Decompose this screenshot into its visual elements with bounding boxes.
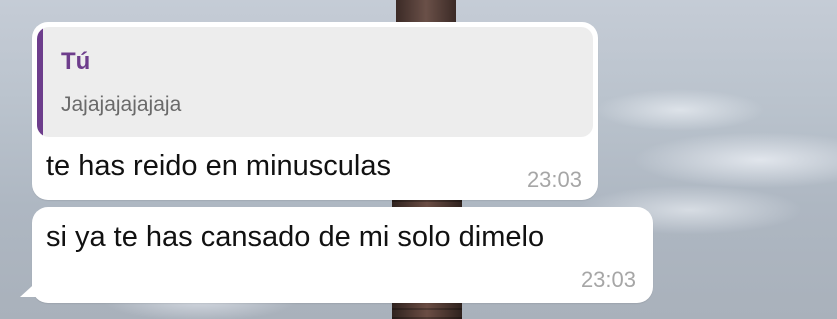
message-text: si ya te has cansado de mi solo dimelo bbox=[46, 221, 545, 253]
message-bubble[interactable]: Tú Jajajajajajaja te has reido en minusc… bbox=[32, 22, 598, 200]
message-timestamp: 23:03 bbox=[526, 167, 582, 192]
quoted-author: Tú bbox=[61, 48, 91, 75]
tower-top bbox=[396, 0, 456, 22]
message-timestamp: 23:03 bbox=[580, 267, 636, 292]
quoted-reply[interactable]: Tú Jajajajajajaja bbox=[37, 27, 593, 137]
quoted-text: Jajajajajajaja bbox=[61, 93, 182, 116]
message-text: te has reido en minusculas bbox=[46, 150, 391, 182]
bubble-tail bbox=[20, 277, 42, 297]
quote-accent-bar bbox=[37, 27, 43, 137]
message-bubble[interactable]: si ya te has cansado de mi solo dimelo 2… bbox=[32, 207, 653, 303]
